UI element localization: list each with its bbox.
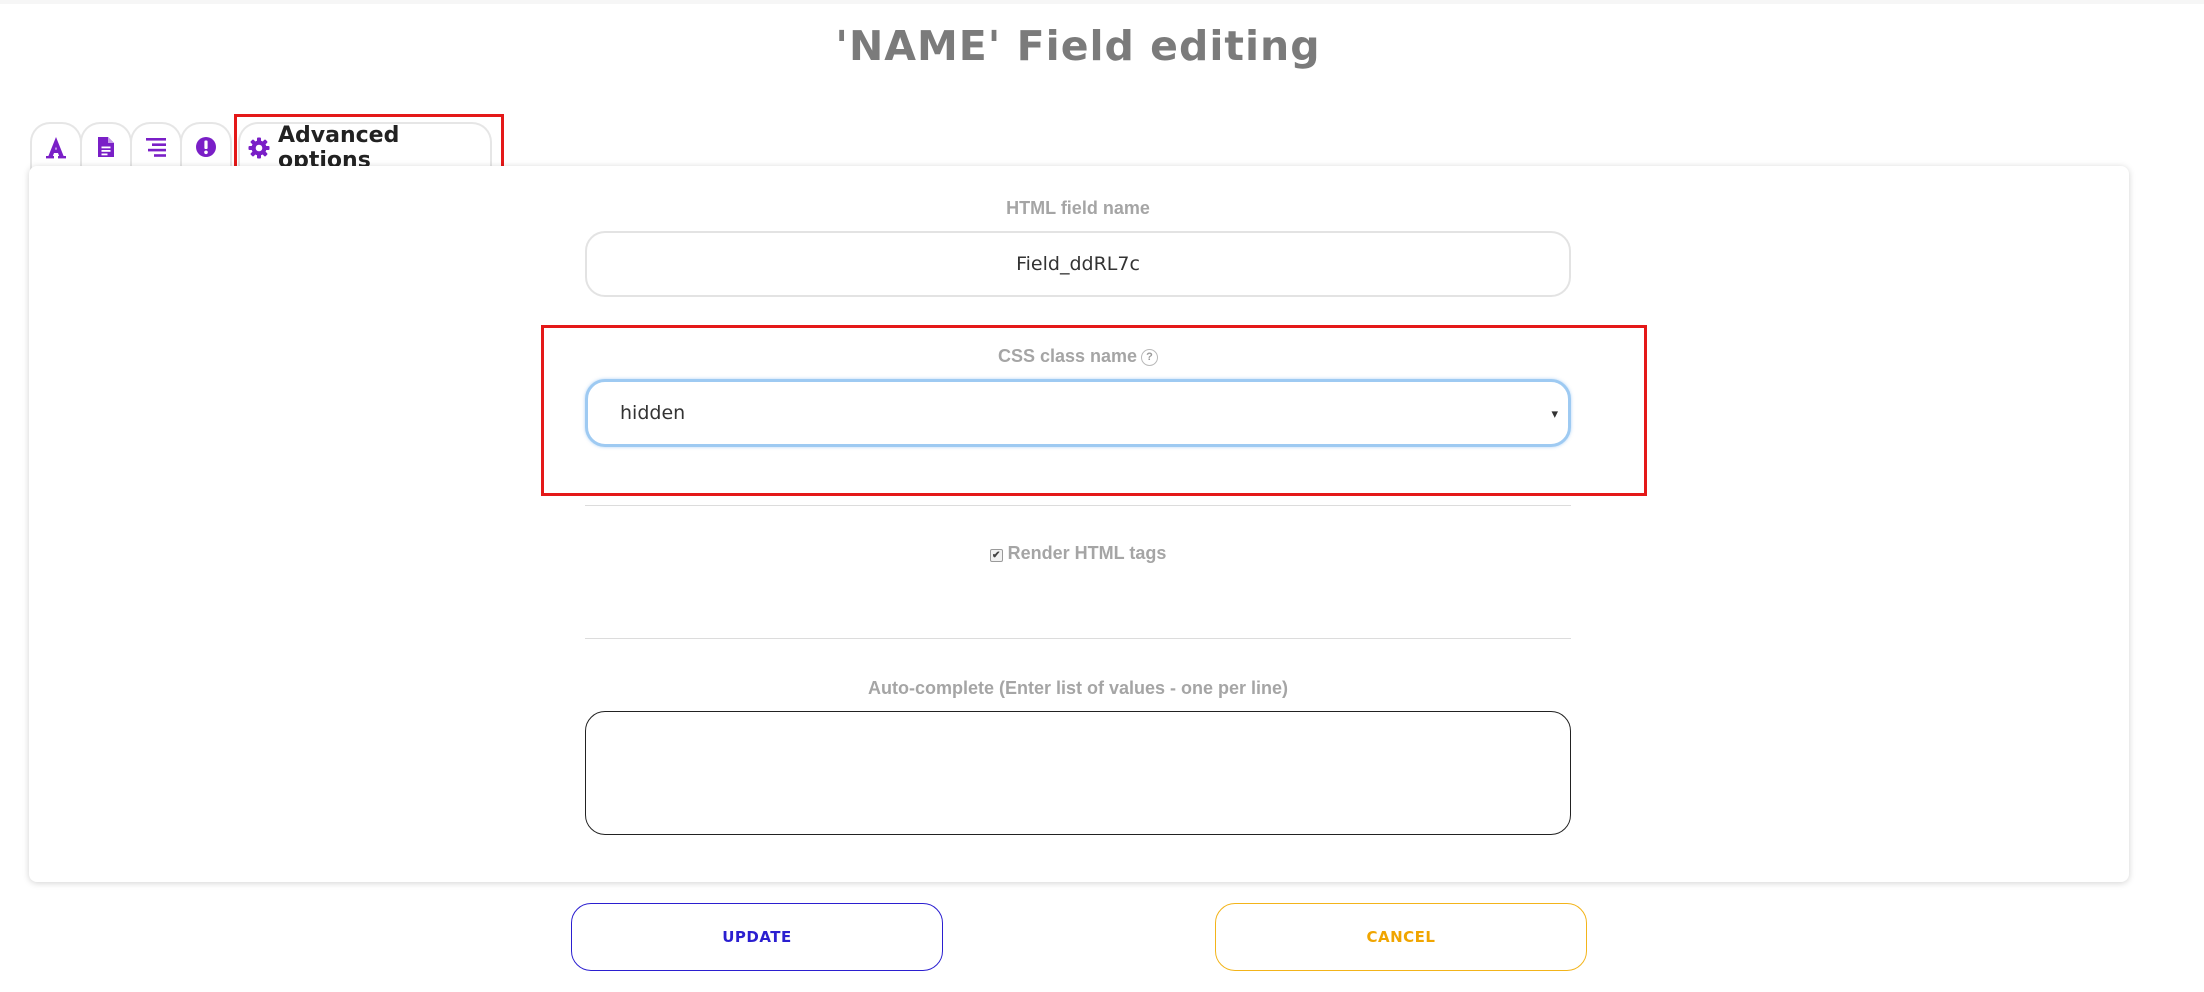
css-class-name-value: hidden [620,402,686,424]
update-button[interactable]: UPDATE [571,903,943,971]
page-title: 'NAME' Field editing [835,22,1321,70]
tab-validation[interactable] [180,122,232,170]
align-right-icon [145,137,167,157]
css-class-name-label-text: CSS class name [997,346,1138,366]
css-class-name-label: CSS class name? [0,346,2156,367]
tab-font[interactable] [30,122,82,170]
render-html-tags-label: Render HTML tags [1007,543,1167,563]
tab-align[interactable] [130,122,182,170]
exclamation-circle-icon [195,136,217,158]
divider [585,505,1571,506]
help-icon[interactable]: ? [1141,348,1159,366]
auto-complete-textarea[interactable] [585,711,1571,835]
tab-advanced-options[interactable]: Advanced options [238,122,492,173]
divider [585,638,1571,639]
tab-document[interactable] [80,122,132,170]
top-border [0,0,2204,4]
cancel-button[interactable]: CANCEL [1215,903,1587,971]
css-class-name-select[interactable]: hidden ▾ [585,379,1571,447]
render-html-tags-row: ✔ Render HTML tags [0,543,2156,564]
render-html-tags-checkbox[interactable]: ✔ [989,549,1003,562]
html-field-name-input[interactable]: Field_ddRL7c [585,231,1571,297]
file-text-icon [97,136,115,158]
gear-icon [248,137,270,159]
html-field-name-label: HTML field name [1006,198,1150,218]
html-field-name-value: Field_ddRL7c [1016,253,1140,275]
chevron-down-icon: ▾ [1551,407,1558,422]
font-icon [45,135,67,159]
auto-complete-label: Auto-complete (Enter list of values - on… [867,678,1289,698]
